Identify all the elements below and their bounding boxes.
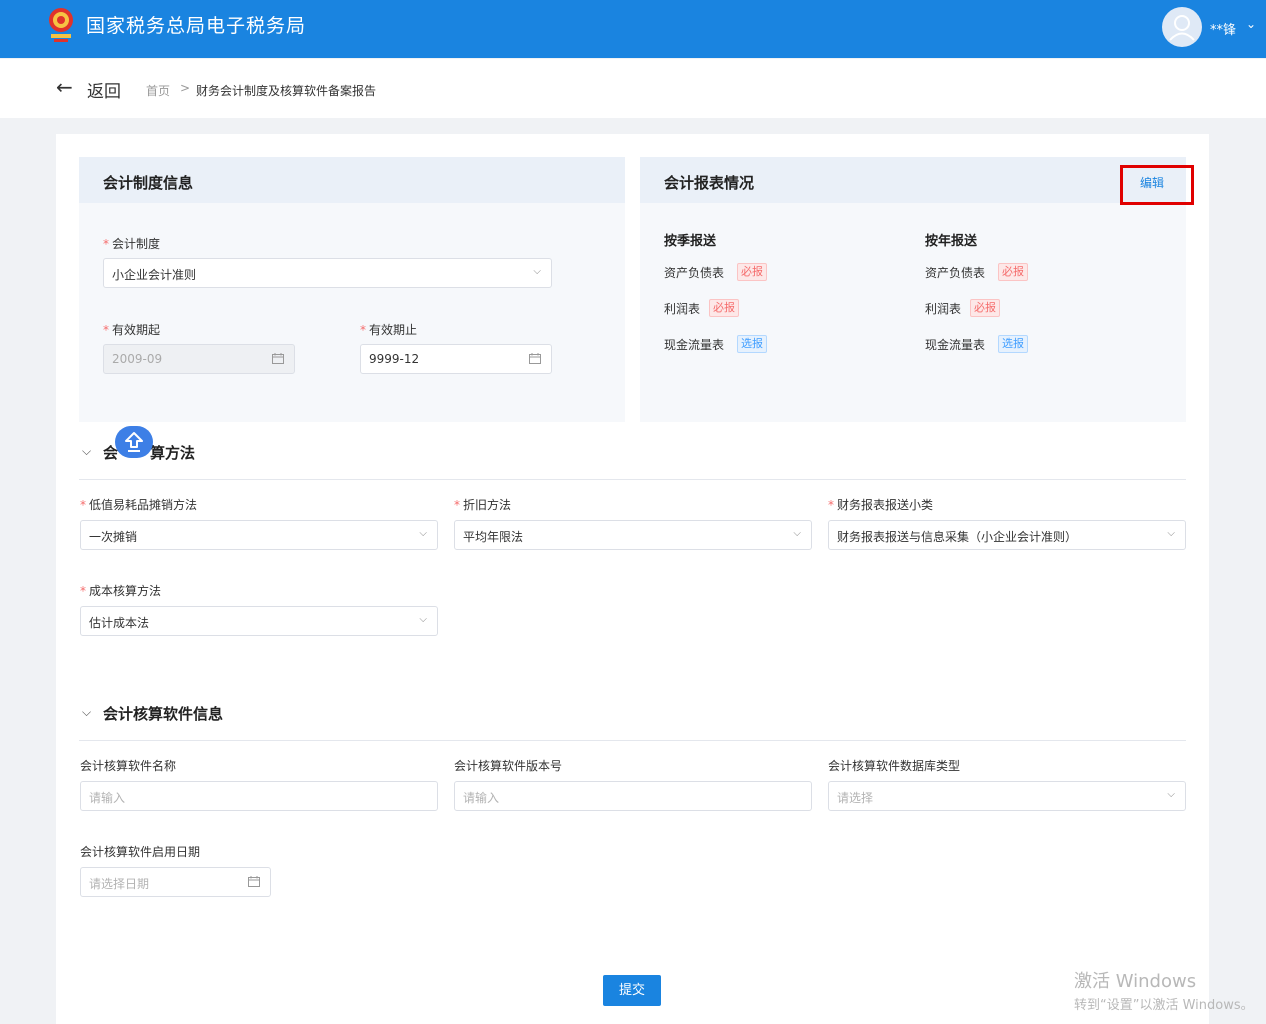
valid-from-field: 2009-09 <box>103 344 295 374</box>
activation-watermark-subtitle: 转到“设置”以激活 Windows。 <box>1074 998 1254 1013</box>
top-bar: 国家税务总局电子税务局 **锋 ⌄ <box>0 0 1266 58</box>
section-divider <box>79 479 1186 480</box>
chevron-down-icon: ⌵ <box>419 614 427 625</box>
methods-section-title-end[interactable]: 算方法 <box>150 442 195 463</box>
report-item-name: 利润表 <box>925 302 962 316</box>
accounting-system-select[interactable]: 小企业会计准则 ⌵ <box>103 258 552 288</box>
panel-title: 会计制度信息 <box>103 174 194 192</box>
accounting-system-label: * 会计制度 <box>103 237 161 251</box>
depreciation-label: * 折旧方法 <box>454 498 512 512</box>
report-item-name: 利润表 <box>664 302 701 316</box>
calendar-icon <box>248 876 260 887</box>
report-item-name: 资产负债表 <box>664 266 725 280</box>
chevron-down-icon: ⌵ <box>1167 789 1175 800</box>
accounting-system-panel: 会计制度信息 <box>79 157 625 422</box>
report-item-name: 现金流量表 <box>664 338 725 352</box>
valid-to-field[interactable]: 9999-12 <box>360 344 552 374</box>
software-section-title[interactable]: 会计核算软件信息 <box>103 703 223 724</box>
cost-label: * 成本核算方法 <box>80 584 162 598</box>
chevron-down-icon[interactable]: ⌵ <box>82 444 91 459</box>
activation-watermark-title: 激活 Windows <box>1074 971 1197 992</box>
required-badge: 必报 <box>737 263 767 281</box>
required-badge: 必报 <box>970 299 1000 317</box>
chevron-down-icon: ⌵ <box>533 266 541 277</box>
panel-header: 会计制度信息 <box>79 157 625 203</box>
cost-select[interactable]: 估计成本法 ⌵ <box>80 606 438 636</box>
username[interactable]: **锋 <box>1210 19 1236 38</box>
software-name-label: 会计核算软件名称 <box>80 759 177 773</box>
software-db-label: 会计核算软件数据库类型 <box>828 759 961 773</box>
chevron-down-icon[interactable]: ⌵ <box>82 705 91 720</box>
software-db-select[interactable]: 请选择 ⌵ <box>828 781 1186 811</box>
section-divider <box>79 740 1186 741</box>
yearly-heading: 按年报送 <box>925 234 978 249</box>
breadcrumb-home[interactable]: 首页 <box>146 82 170 99</box>
software-version-label: 会计核算软件版本号 <box>454 759 563 773</box>
calendar-icon <box>529 353 541 364</box>
report-item-name: 资产负债表 <box>925 266 986 280</box>
breadcrumb-separator: > <box>180 81 191 95</box>
optional-badge: 选报 <box>737 335 767 353</box>
software-date-picker[interactable]: 请选择日期 <box>80 867 271 897</box>
chevron-down-icon: ⌵ <box>419 528 427 539</box>
app-title: 国家税务总局电子税务局 <box>86 15 307 37</box>
optional-badge: 选报 <box>998 335 1028 353</box>
user-avatar-icon[interactable] <box>1162 7 1202 47</box>
report-type-select[interactable]: 财务报表报送与信息采集（小企业会计准则） ⌵ <box>828 520 1186 550</box>
panel-title: 会计报表情况 <box>664 174 755 192</box>
submit-button[interactable]: 提交 <box>603 975 661 1006</box>
back-button[interactable]: 返回 <box>87 77 121 102</box>
back-arrow-icon[interactable]: ← <box>56 75 73 99</box>
report-panel: 会计报表情况 <box>640 157 1186 422</box>
software-version-input[interactable]: 请输入 <box>454 781 812 811</box>
quarterly-heading: 按季报送 <box>664 234 717 249</box>
emblem-icon <box>49 8 73 42</box>
valid-from-label: * 有效期起 <box>103 323 161 337</box>
report-type-label: * 财务报表报送小类 <box>828 498 934 512</box>
low-value-select[interactable]: 一次摊销 ⌵ <box>80 520 438 550</box>
panel-header: 会计报表情况 <box>640 157 1186 203</box>
chevron-down-icon[interactable]: ⌄ <box>1246 17 1256 31</box>
report-item-name: 现金流量表 <box>925 338 986 352</box>
chevron-down-icon: ⌵ <box>1167 528 1175 539</box>
breadcrumb-current: 财务会计制度及核算软件备案报告 <box>196 84 377 98</box>
edit-button[interactable]: 编辑 <box>1140 174 1164 191</box>
low-value-label: * 低值易耗品摊销方法 <box>80 498 198 512</box>
depreciation-select[interactable]: 平均年限法 ⌵ <box>454 520 812 550</box>
required-badge: 必报 <box>709 299 739 317</box>
required-badge: 必报 <box>998 263 1028 281</box>
chevron-down-icon: ⌵ <box>793 528 801 539</box>
upload-icon[interactable] <box>115 426 153 458</box>
software-name-input[interactable]: 请输入 <box>80 781 438 811</box>
software-date-label: 会计核算软件启用日期 <box>80 845 201 859</box>
calendar-icon <box>272 353 284 364</box>
valid-to-label: * 有效期止 <box>360 323 418 337</box>
